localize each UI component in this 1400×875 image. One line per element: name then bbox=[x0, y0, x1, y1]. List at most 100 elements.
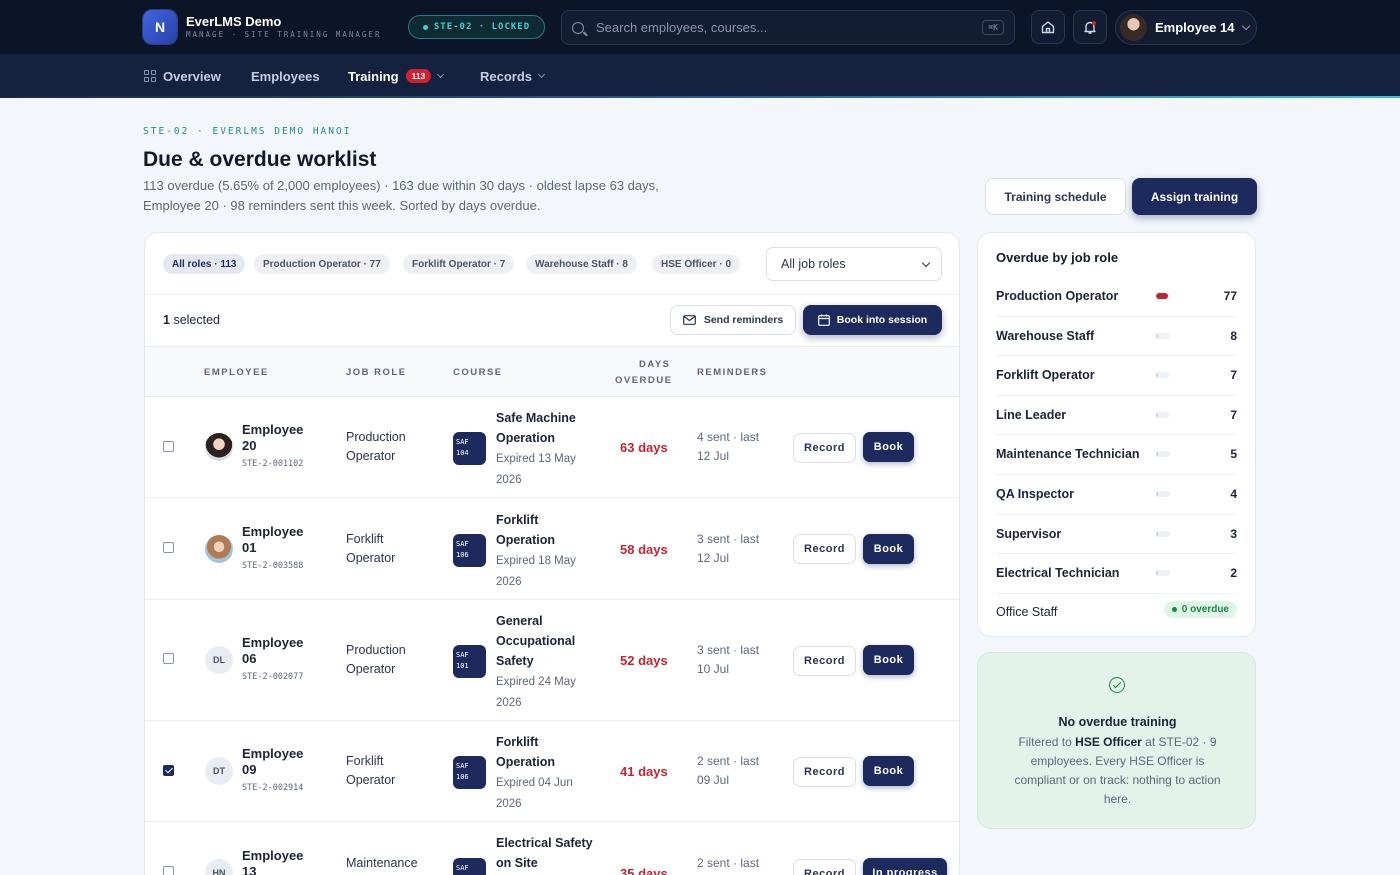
course-name[interactable]: Safe Machine Operation Expired 13 May 202… bbox=[496, 408, 596, 490]
top-bar: N EverLMS Demo MANAGE · SITE TRAINING MA… bbox=[0, 0, 1400, 54]
role-count: 77 bbox=[1223, 289, 1237, 303]
nav-overview[interactable]: Overview bbox=[144, 54, 221, 98]
row-checkbox[interactable] bbox=[163, 866, 174, 875]
role-row[interactable]: Electrical Technician 2 bbox=[996, 554, 1237, 594]
col-course[interactable]: COURSE bbox=[453, 367, 503, 378]
nav-overview-label: Overview bbox=[163, 68, 221, 84]
role-row[interactable]: Production Operator 77 bbox=[996, 277, 1237, 317]
col-reminders[interactable]: REMINDERS bbox=[697, 367, 768, 378]
row-checkbox[interactable] bbox=[163, 542, 174, 553]
employee-name[interactable]: Employee 20 bbox=[242, 422, 322, 454]
col-employee[interactable]: EMPLOYEE bbox=[204, 367, 269, 378]
filter-chip-production[interactable]: Production Operator · 77 bbox=[254, 254, 390, 274]
home-button[interactable] bbox=[1031, 10, 1065, 44]
row-checkbox[interactable] bbox=[163, 653, 174, 664]
training-schedule-button[interactable]: Training schedule bbox=[985, 178, 1126, 215]
search-icon bbox=[572, 21, 584, 34]
course-name[interactable]: Forklift Operation Expired 04 Jun 2026 bbox=[496, 732, 596, 814]
job-role-select[interactable]: All job roles bbox=[766, 247, 942, 281]
card-title: Overdue by job role bbox=[996, 250, 1119, 265]
user-menu[interactable]: Employee 14 bbox=[1115, 10, 1257, 45]
page-title: Due & overdue worklist bbox=[143, 148, 377, 171]
site-lock-badge[interactable]: STE-02 · LOCKED bbox=[408, 15, 545, 39]
nav-employees[interactable]: Employees bbox=[251, 54, 320, 98]
role-row[interactable]: Maintenance Technician 5 bbox=[996, 435, 1237, 475]
col-job-role[interactable]: JOB ROLE bbox=[346, 367, 407, 378]
role-row[interactable]: Line Leader 7 bbox=[996, 396, 1237, 436]
filter-chip-all[interactable]: All roles · 113 bbox=[163, 254, 246, 274]
book-button[interactable]: Book bbox=[863, 432, 914, 462]
course-badge-icon: SAF 106 bbox=[453, 756, 486, 789]
col-days-overdue-line1[interactable]: DAYS bbox=[639, 359, 671, 370]
main-nav: Overview Employees Training 113 Records bbox=[0, 54, 1400, 98]
record-button[interactable]: Record bbox=[793, 534, 856, 564]
course-name[interactable]: Forklift Operation Expired 18 May 2026 bbox=[496, 510, 596, 592]
role-count: 7 bbox=[1230, 368, 1237, 383]
role-row[interactable]: Forklift Operator 7 bbox=[996, 356, 1237, 396]
search-input[interactable] bbox=[596, 20, 983, 35]
book-button[interactable]: Book bbox=[863, 534, 914, 564]
nav-training[interactable]: Training 113 bbox=[333, 54, 458, 98]
job-role-select-value: All job roles bbox=[781, 257, 846, 271]
empty-state-card: No overdue training Filtered to HSE Offi… bbox=[977, 652, 1256, 829]
record-button[interactable]: Record bbox=[793, 859, 856, 875]
job-role: Production Operator bbox=[346, 643, 406, 676]
days-overdue: 35 days bbox=[620, 866, 668, 875]
record-button[interactable]: Record bbox=[793, 757, 856, 787]
record-button[interactable]: Record bbox=[793, 646, 856, 676]
app-logo[interactable]: N bbox=[143, 10, 177, 44]
page-subtitle: 113 overdue (5.65% of 2,000 employees) ·… bbox=[143, 178, 659, 213]
employee-name[interactable]: Employee 06 bbox=[242, 635, 322, 667]
days-overdue: 63 days bbox=[620, 440, 668, 455]
table-row[interactable]: HN Employee 13 Maintenance SAF Electrical… bbox=[145, 822, 959, 875]
book-button[interactable]: Book bbox=[863, 645, 914, 675]
employee-id: STE-2-003588 bbox=[242, 561, 304, 571]
table-row[interactable]: Employee 01 STE-2-003588 Forklift Operator… bbox=[145, 498, 959, 600]
role-bar-fill bbox=[1156, 293, 1168, 299]
role-row-office-staff[interactable]: Office Staff 0 overdue bbox=[996, 593, 1237, 633]
filter-chip-hse[interactable]: HSE Officer · 0 bbox=[652, 254, 741, 274]
col-days-overdue-line2[interactable]: OVERDUE bbox=[615, 375, 672, 386]
table-row[interactable]: DL Employee 06 STE-2-002077 Production Ope… bbox=[145, 600, 959, 721]
row-checkbox[interactable] bbox=[163, 441, 174, 452]
role-name: Forklift Operator bbox=[996, 368, 1095, 383]
overdue-by-role-card: Overdue by job role Production Operator 7… bbox=[977, 232, 1256, 637]
table-row[interactable]: Employee 20 STE-2-001102 Production Operat… bbox=[145, 397, 959, 498]
book-into-session-button[interactable]: Book into session bbox=[803, 305, 942, 335]
site-lock-label: STE-02 · LOCKED bbox=[433, 22, 531, 32]
job-role: Maintenance bbox=[346, 856, 418, 870]
book-button[interactable]: Book bbox=[863, 756, 914, 786]
filter-chip-warehouse[interactable]: Warehouse Staff · 8 bbox=[526, 254, 637, 274]
notifications-button[interactable] bbox=[1073, 10, 1107, 44]
course-name[interactable]: Electrical Safety on Site bbox=[496, 833, 596, 873]
role-row[interactable]: Supervisor 3 bbox=[996, 515, 1237, 555]
employee-name[interactable]: Employee 13 bbox=[242, 848, 322, 875]
role-bar-fill bbox=[1156, 332, 1158, 339]
nav-records-label: Records bbox=[480, 68, 533, 84]
row-checkbox[interactable] bbox=[163, 765, 174, 776]
reminders-info: 4 sent · last 12 Jul bbox=[697, 430, 760, 463]
role-row[interactable]: QA Inspector 4 bbox=[996, 475, 1237, 515]
table-row[interactable]: DT Employee 09 STE-2-002914 Forklift Opera… bbox=[145, 721, 959, 822]
employee-name[interactable]: Employee 01 bbox=[242, 524, 322, 556]
global-search[interactable]: ⌘K bbox=[561, 10, 1015, 45]
filter-chip-forklift[interactable]: Forklift Operator · 7 bbox=[403, 254, 515, 274]
chevron-down-icon bbox=[437, 70, 445, 79]
check-circle-icon bbox=[1109, 677, 1125, 693]
reminders-info: 3 sent · last 10 Jul bbox=[697, 643, 760, 676]
days-overdue: 41 days bbox=[620, 764, 668, 779]
role-bar bbox=[1156, 372, 1170, 379]
record-button[interactable]: Record bbox=[793, 433, 856, 463]
assign-training-button[interactable]: Assign training bbox=[1132, 178, 1257, 215]
avatar: DL bbox=[205, 646, 233, 674]
role-name: QA Inspector bbox=[996, 487, 1075, 501]
course-name[interactable]: General Occupational Safety Expired 24 Ma… bbox=[496, 611, 591, 713]
job-role: Forklift Operator bbox=[346, 532, 396, 565]
nav-records[interactable]: Records bbox=[480, 54, 546, 98]
in-progress-button[interactable]: In progress bbox=[863, 858, 947, 875]
role-bar bbox=[1156, 451, 1170, 458]
employee-name[interactable]: Employee 09 bbox=[242, 746, 322, 778]
role-row[interactable]: Warehouse Staff 8 bbox=[996, 317, 1237, 357]
send-reminders-button[interactable]: Send reminders bbox=[670, 305, 796, 335]
course-badge-icon: SAF 101 bbox=[453, 645, 486, 678]
